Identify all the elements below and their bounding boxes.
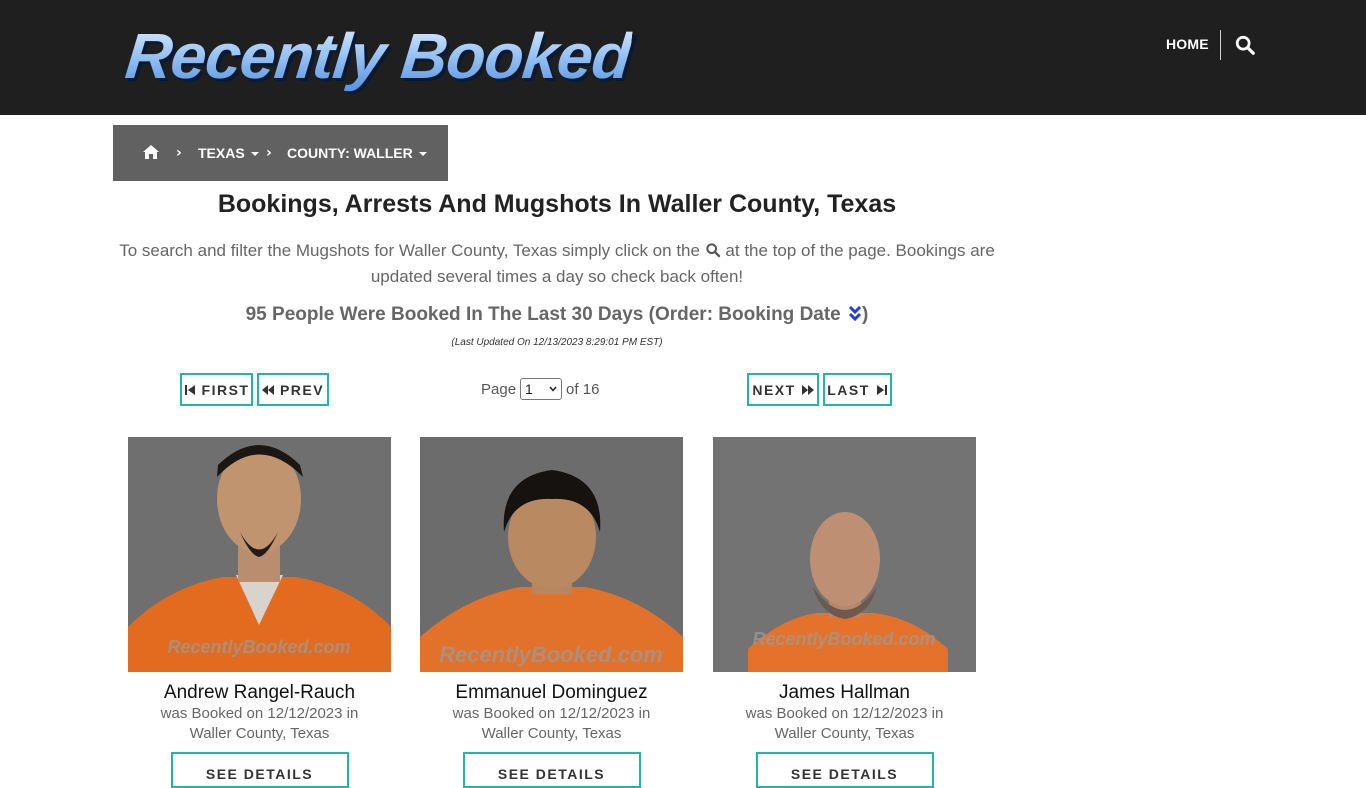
search-icon[interactable] [1234, 33, 1256, 57]
booking-card[interactable]: RecentlyBooked.com Emmanuel Dominguez wa… [420, 437, 683, 788]
last-updated: (Last Updated On 12/13/2023 8:29:01 PM E… [451, 337, 663, 348]
booking-count-text: 95 People Were Booked In The Last 30 Day… [245, 304, 841, 325]
prev-page-button[interactable]: PREV [257, 373, 329, 406]
booking-card[interactable]: RecentlyBooked.com Andrew Rangel-Rauch w… [128, 437, 391, 788]
booking-name[interactable]: James Hallman [713, 682, 976, 704]
page-select-value: 1 [525, 381, 533, 397]
chevron-right-icon: › [266, 145, 272, 161]
booking-count: 95 People Were Booked In The Last 30 Day… [113, 304, 1001, 326]
breadcrumb: › TEXAS › COUNTY: WALLER [113, 125, 448, 181]
booking-date-line: was Booked on 12/12/2023 in [745, 705, 944, 722]
caret-down-icon [250, 152, 259, 157]
page-indicator: Page 1 of 16 [481, 378, 599, 400]
booking-name[interactable]: Emmanuel Dominguez [420, 682, 683, 704]
prev-page-label: PREV [279, 381, 325, 398]
site-logo[interactable]: Recently Booked [122, 18, 634, 94]
mugshot-photo[interactable]: RecentlyBooked.com [713, 437, 976, 672]
first-page-label: FIRST [201, 381, 250, 398]
booking-card[interactable]: RecentlyBooked.com James Hallman was Boo… [713, 437, 976, 788]
booking-location-line: Waller County, Texas [189, 725, 330, 742]
caret-down-icon [418, 152, 427, 157]
chevron-right-icon: › [176, 145, 182, 161]
first-page-icon [184, 384, 195, 395]
last-page-button[interactable]: LAST [823, 373, 892, 406]
next-page-button[interactable]: NEXT [747, 373, 819, 406]
forward-icon [801, 384, 814, 395]
page-total-label: of 16 [566, 380, 600, 398]
booking-count-close: ) [862, 304, 869, 325]
booking-location-line: Waller County, Texas [481, 725, 622, 742]
mugshot-photo[interactable]: RecentlyBooked.com [420, 437, 683, 672]
see-details-button[interactable]: SEE DETAILS [462, 752, 641, 788]
last-page-label: LAST [827, 381, 870, 398]
watermark: RecentlyBooked.com [439, 642, 663, 667]
booking-date-line: was Booked on 12/12/2023 in [160, 705, 359, 722]
site-header: Recently Booked Recently Booked HOME [0, 0, 1366, 115]
page-title: Bookings, Arrests And Mugshots In Waller… [217, 190, 897, 218]
first-page-button[interactable]: FIRST [180, 373, 253, 406]
double-chevron-down-icon[interactable] [848, 305, 862, 321]
breadcrumb-county[interactable]: COUNTY: WALLER [287, 145, 427, 161]
breadcrumb-state[interactable]: TEXAS [198, 145, 259, 161]
mugshot-image: RecentlyBooked.com [420, 437, 683, 672]
home-icon[interactable] [142, 144, 160, 160]
watermark: RecentlyBooked.com [752, 629, 935, 649]
page-select[interactable]: 1 [520, 378, 563, 400]
page-label: Page [481, 380, 517, 398]
mugshot-image: RecentlyBooked.com [713, 437, 976, 672]
backward-icon [261, 384, 274, 395]
watermark: RecentlyBooked.com [167, 637, 350, 657]
mugshot-photo[interactable]: RecentlyBooked.com [128, 437, 391, 672]
nav-home-link[interactable]: HOME [1166, 36, 1209, 52]
nav-divider [1220, 30, 1221, 60]
booking-name[interactable]: Andrew Rangel-Rauch [128, 682, 391, 704]
booking-location-line: Waller County, Texas [774, 725, 915, 742]
see-details-button[interactable]: SEE DETAILS [755, 752, 934, 788]
chevron-down-icon [549, 386, 557, 392]
search-icon [706, 243, 720, 258]
last-page-icon [876, 384, 887, 395]
intro-text-before: To search and filter the Mugshots for Wa… [119, 241, 700, 260]
see-details-button[interactable]: SEE DETAILS [170, 752, 349, 788]
booking-date-line: was Booked on 12/12/2023 in [452, 705, 651, 722]
intro-text: To search and filter the Mugshots for Wa… [113, 238, 1001, 290]
mugshot-image: RecentlyBooked.com [128, 437, 391, 672]
next-page-label: NEXT [752, 381, 796, 398]
